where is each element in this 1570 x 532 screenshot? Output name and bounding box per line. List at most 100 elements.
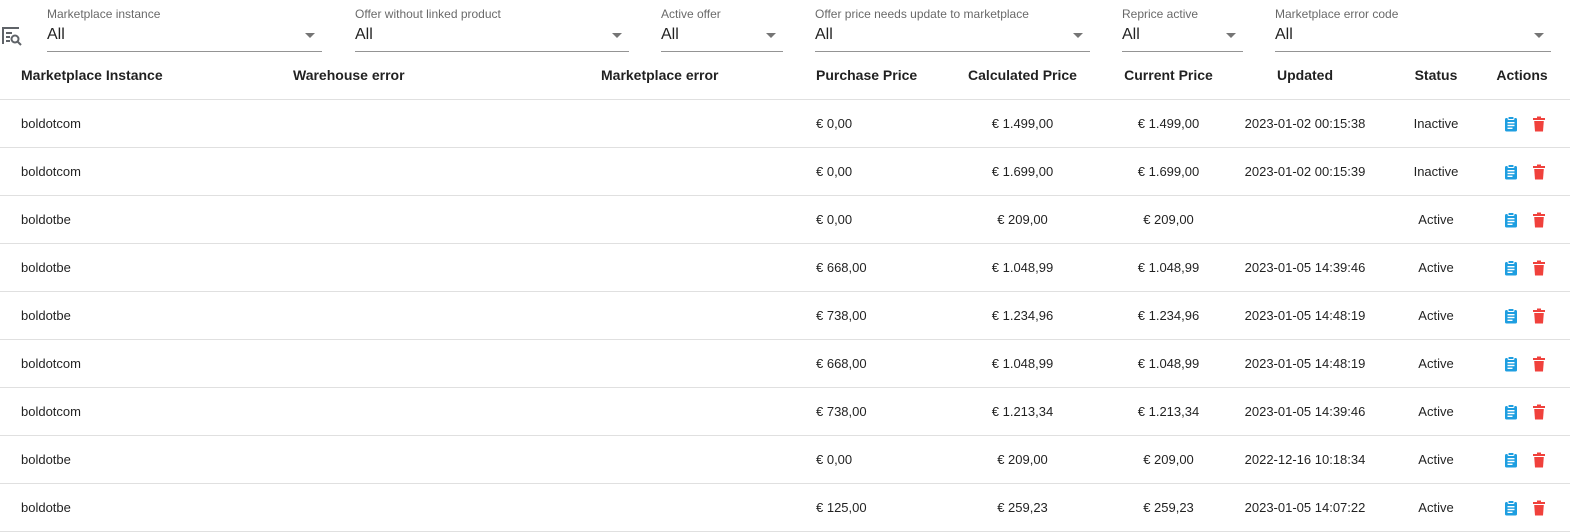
trash-icon[interactable] xyxy=(1532,212,1546,228)
column-header-calculated-price[interactable]: Calculated Price xyxy=(960,52,1085,99)
cell-updated xyxy=(1240,196,1370,243)
filter-offer-without-linked-product[interactable]: Offer without linked product All xyxy=(355,0,629,52)
cell-current-price: € 209,00 xyxy=(1143,452,1194,467)
dropdown-arrow-icon[interactable] xyxy=(305,33,315,38)
cell-calculated-price: € 1.699,00 xyxy=(991,164,1054,179)
cell-status: Inactive xyxy=(1413,164,1459,179)
cell-marketplace-instance: boldotbe xyxy=(21,452,71,467)
column-header-status[interactable]: Status xyxy=(1396,52,1476,99)
cell-current-price: € 1.234,96 xyxy=(1137,308,1200,323)
cell-marketplace-instance: boldotcom xyxy=(21,164,81,179)
cell-purchase-price: € 738,00 xyxy=(816,404,867,419)
clipboard-icon[interactable] xyxy=(1504,115,1518,132)
cell-status: Active xyxy=(1418,308,1454,323)
clipboard-icon[interactable] xyxy=(1504,307,1518,324)
row-actions xyxy=(1504,148,1546,195)
trash-icon[interactable] xyxy=(1532,260,1546,276)
cell-purchase-price: € 125,00 xyxy=(816,500,867,515)
cell-status: Active xyxy=(1418,500,1454,515)
cell-calculated-price: € 209,00 xyxy=(997,452,1048,467)
cell-current-price: € 1.499,00 xyxy=(1137,116,1200,131)
table-row[interactable]: boldotbe € 0,00 € 209,00 € 209,00 2022-12-16… xyxy=(0,436,1570,484)
table-row[interactable]: boldotbe € 125,00 € 259,23 € 259,23 2023-01-… xyxy=(0,484,1570,532)
filter-label: Reprice active xyxy=(1122,7,1199,21)
filter-value: All xyxy=(1275,26,1293,43)
cell-current-price: € 259,23 xyxy=(1143,500,1194,515)
filter-offer-price-needs-update[interactable]: Offer price needs update to marketplace … xyxy=(815,0,1090,52)
cell-marketplace-instance: boldotbe xyxy=(21,212,71,227)
clipboard-icon[interactable] xyxy=(1504,403,1518,420)
cell-purchase-price: € 0,00 xyxy=(816,212,853,227)
table-row[interactable]: boldotbe € 738,00 € 1.234,96 € 1.234,96 2023… xyxy=(0,292,1570,340)
cell-calculated-price: € 1.048,99 xyxy=(991,356,1054,371)
table-row[interactable]: boldotcom € 668,00 € 1.048,99 € 1.048,99 202… xyxy=(0,340,1570,388)
dropdown-arrow-icon[interactable] xyxy=(766,33,776,38)
cell-calculated-price: € 1.048,99 xyxy=(991,260,1054,275)
row-actions xyxy=(1504,244,1546,291)
cell-calculated-price: € 1.499,00 xyxy=(991,116,1054,131)
clipboard-icon[interactable] xyxy=(1504,451,1518,468)
column-header-marketplace-error[interactable]: Marketplace error xyxy=(601,52,719,99)
cell-calculated-price: € 1.234,96 xyxy=(991,308,1054,323)
column-header-actions: Actions xyxy=(1496,67,1548,83)
cell-status: Active xyxy=(1418,260,1454,275)
column-header-marketplace-instance[interactable]: Marketplace Instance xyxy=(21,52,163,99)
filter-bar: Marketplace instance All Offer without l… xyxy=(0,0,1570,56)
table-row[interactable]: boldotcom € 0,00 € 1.699,00 € 1.699,00 2023-… xyxy=(0,148,1570,196)
cell-status: Active xyxy=(1418,212,1454,227)
clipboard-icon[interactable] xyxy=(1504,163,1518,180)
cell-marketplace-instance: boldotbe xyxy=(21,500,71,515)
cell-updated: 2023-01-05 14:48:19 xyxy=(1244,308,1366,323)
cell-updated: 2023-01-05 14:39:46 xyxy=(1244,260,1366,275)
row-actions xyxy=(1504,484,1546,531)
table-row[interactable]: boldotbe € 668,00 € 1.048,99 € 1.048,99 2023… xyxy=(0,244,1570,292)
cell-purchase-price: € 0,00 xyxy=(816,164,853,179)
cell-purchase-price: € 738,00 xyxy=(816,308,867,323)
dropdown-arrow-icon[interactable] xyxy=(1073,33,1083,38)
cell-current-price: € 209,00 xyxy=(1143,212,1194,227)
clipboard-icon[interactable] xyxy=(1504,499,1518,516)
cell-marketplace-instance: boldotcom xyxy=(21,116,81,131)
dropdown-arrow-icon[interactable] xyxy=(612,33,622,38)
filter-label: Offer without linked product xyxy=(355,7,501,21)
cell-current-price: € 1.048,99 xyxy=(1137,260,1200,275)
table-row[interactable]: boldotbe € 0,00 € 209,00 € 209,00 Active xyxy=(0,196,1570,244)
column-header-warehouse-error[interactable]: Warehouse error xyxy=(293,52,405,99)
trash-icon[interactable] xyxy=(1532,308,1546,324)
filter-marketplace-instance[interactable]: Marketplace instance All xyxy=(47,0,322,52)
row-actions xyxy=(1504,388,1546,435)
cell-status: Active xyxy=(1418,452,1454,467)
cell-status: Inactive xyxy=(1413,116,1459,131)
row-actions xyxy=(1504,100,1546,147)
trash-icon[interactable] xyxy=(1532,500,1546,516)
filter-reprice-active[interactable]: Reprice active All xyxy=(1122,0,1243,52)
trash-icon[interactable] xyxy=(1532,116,1546,132)
trash-icon[interactable] xyxy=(1532,164,1546,180)
clipboard-icon[interactable] xyxy=(1504,259,1518,276)
filter-value: All xyxy=(47,26,65,43)
cell-purchase-price: € 0,00 xyxy=(816,116,853,131)
dropdown-arrow-icon[interactable] xyxy=(1534,33,1544,38)
cell-current-price: € 1.048,99 xyxy=(1137,356,1200,371)
filter-label: Active offer xyxy=(661,7,721,21)
trash-icon[interactable] xyxy=(1532,356,1546,372)
filter-marketplace-error-code[interactable]: Marketplace error code All xyxy=(1275,0,1551,52)
filter-active-offer[interactable]: Active offer All xyxy=(661,0,783,52)
clipboard-icon[interactable] xyxy=(1504,355,1518,372)
cell-marketplace-instance: boldotcom xyxy=(21,404,81,419)
filter-search-icon[interactable] xyxy=(1,25,23,47)
dropdown-arrow-icon[interactable] xyxy=(1226,33,1236,38)
filter-value: All xyxy=(1122,26,1140,43)
column-header-current-price[interactable]: Current Price xyxy=(1106,52,1231,99)
column-header-purchase-price[interactable]: Purchase Price xyxy=(816,52,917,99)
table-row[interactable]: boldotcom € 738,00 € 1.213,34 € 1.213,34 202… xyxy=(0,388,1570,436)
cell-purchase-price: € 0,00 xyxy=(816,452,853,467)
cell-marketplace-instance: boldotbe xyxy=(21,308,71,323)
trash-icon[interactable] xyxy=(1532,404,1546,420)
column-header-updated[interactable]: Updated xyxy=(1240,52,1370,99)
table-row[interactable]: boldotcom € 0,00 € 1.499,00 € 1.499,00 2023-… xyxy=(0,100,1570,148)
table-header-row: Marketplace Instance Warehouse error Mar… xyxy=(0,52,1570,100)
clipboard-icon[interactable] xyxy=(1504,211,1518,228)
trash-icon[interactable] xyxy=(1532,452,1546,468)
cell-calculated-price: € 1.213,34 xyxy=(991,404,1054,419)
